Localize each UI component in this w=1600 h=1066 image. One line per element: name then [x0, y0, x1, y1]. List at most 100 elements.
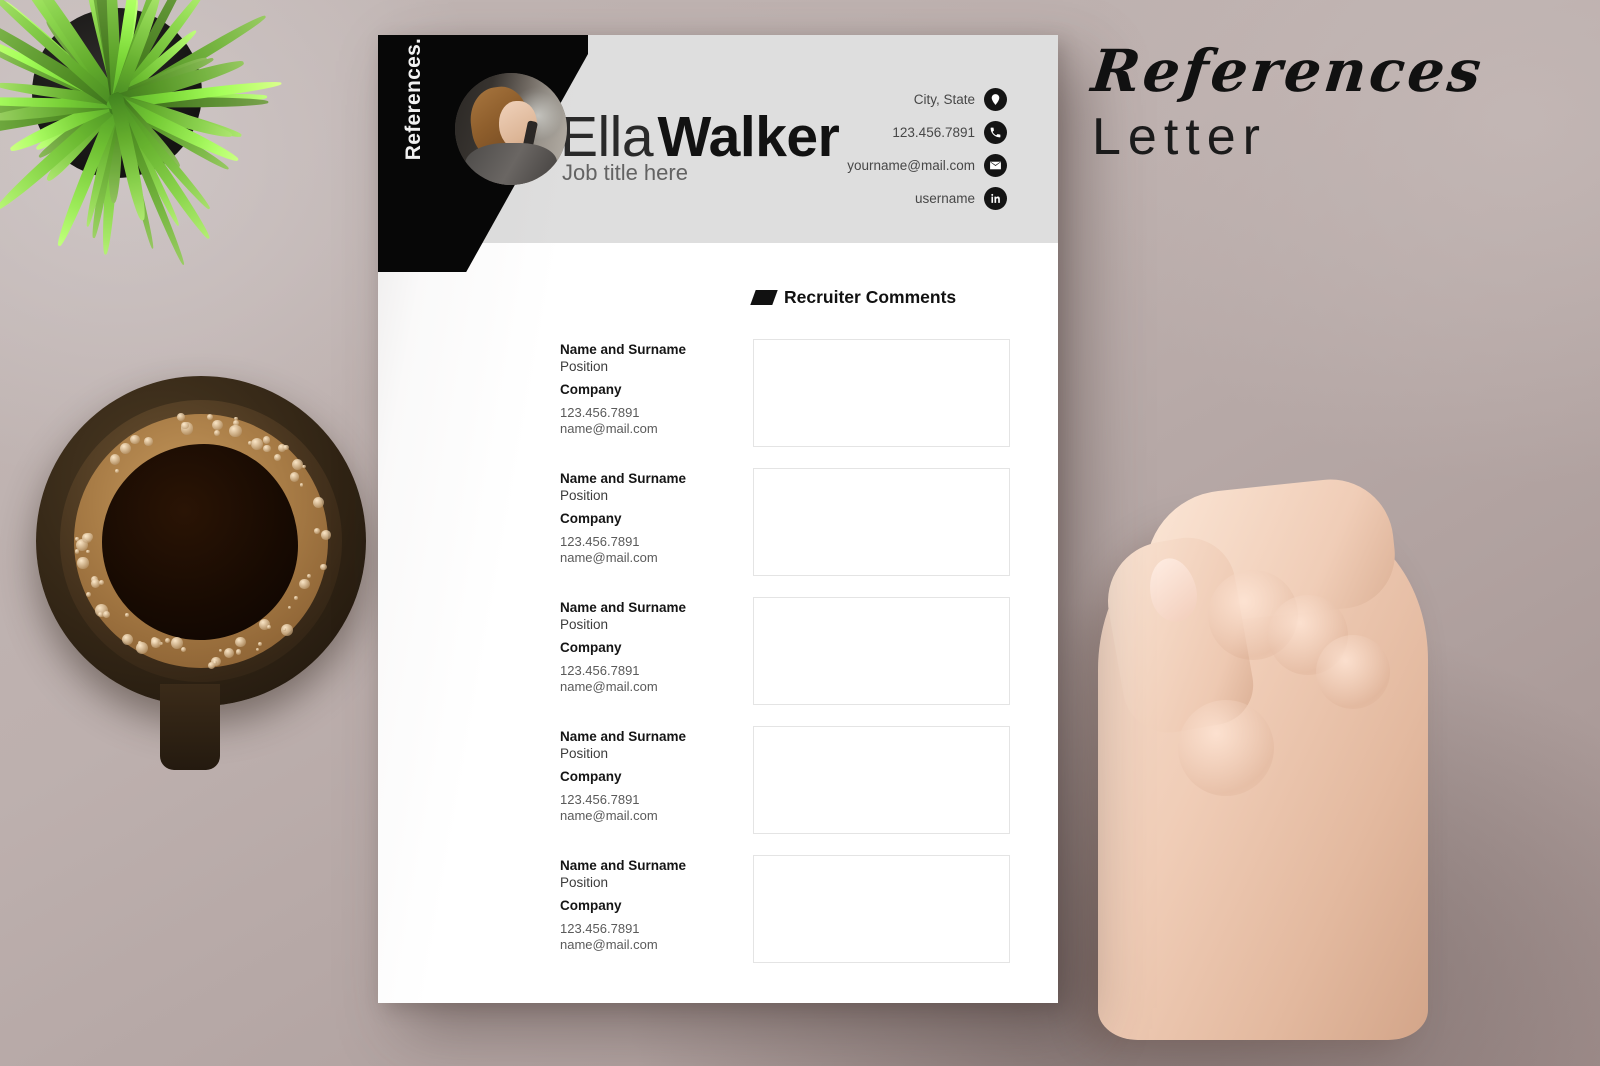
reference-name: Name and Surname	[560, 599, 740, 616]
coffee-bubble	[288, 606, 291, 609]
coffee-bubble	[77, 557, 88, 568]
coffee-bubble	[181, 647, 186, 652]
recruiter-comment-box[interactable]	[753, 468, 1010, 576]
coffee-bubble	[229, 425, 241, 437]
contact-row-phone[interactable]: 123.456.7891	[847, 120, 1016, 145]
coffee-bubble	[171, 637, 183, 649]
envelope-icon	[984, 154, 1007, 177]
reference-position: Position	[560, 616, 740, 633]
knuckle-shading	[1316, 635, 1390, 709]
reference-name: Name and Surname	[560, 857, 740, 874]
coffee-bubble	[263, 436, 270, 443]
coffee-bubble	[236, 649, 242, 655]
potted-plant	[0, 0, 340, 330]
coffee-bubble	[120, 443, 131, 454]
coffee-bubble	[136, 642, 148, 654]
coffee-liquid	[102, 444, 298, 640]
location-pin-icon	[984, 88, 1007, 111]
avatar-body	[465, 143, 557, 185]
reference-phone: 123.456.7891	[560, 792, 740, 808]
reference-position: Position	[560, 745, 740, 762]
cup-handle	[160, 684, 220, 770]
hand-holding-pencil	[1058, 400, 1528, 1066]
recruiter-comment-box[interactable]	[753, 726, 1010, 834]
reference-name: Name and Surname	[560, 341, 740, 358]
coffee-bubble	[208, 662, 215, 669]
coffee-bubble	[177, 413, 185, 421]
contact-value-email: yourname@mail.com	[847, 158, 975, 173]
reference-info: Name and Surname Position Company 123.45…	[560, 857, 740, 953]
reference-info: Name and Surname Position Company 123.45…	[560, 599, 740, 695]
coffee-bubble	[263, 445, 270, 452]
coffee-bubble	[86, 592, 91, 597]
reference-company: Company	[560, 639, 740, 656]
vertical-section-tab: References.	[402, 35, 426, 179]
coffee-bubble	[212, 420, 222, 430]
coffee-bubble	[235, 637, 246, 648]
recruiter-comment-box[interactable]	[753, 339, 1010, 447]
reference-phone: 123.456.7891	[560, 663, 740, 679]
section-title: Recruiter Comments	[784, 287, 956, 308]
coffee-bubble	[320, 564, 327, 571]
reference-company: Company	[560, 768, 740, 785]
coffee-bubble	[283, 628, 286, 631]
overlay-title-script: References	[1089, 42, 1435, 100]
coffee-bubble	[307, 574, 311, 578]
coffee-bubble	[144, 437, 153, 446]
slanted-block-icon	[750, 290, 777, 305]
recruiter-comment-box[interactable]	[753, 855, 1010, 963]
resume-page[interactable]: References. Ella Walker Job title here C…	[378, 35, 1058, 1003]
avatar	[455, 73, 567, 185]
coffee-cup	[30, 368, 370, 713]
coffee-bubble	[125, 613, 129, 617]
contact-row-email[interactable]: yourname@mail.com	[847, 153, 1016, 178]
coffee-bubble	[321, 530, 331, 540]
coffee-bubble	[122, 634, 133, 645]
reference-info: Name and Surname Position Company 123.45…	[560, 341, 740, 437]
reference-name: Name and Surname	[560, 470, 740, 487]
contact-value-phone: 123.456.7891	[892, 125, 975, 140]
reference-phone: 123.456.7891	[560, 921, 740, 937]
reference-info: Name and Surname Position Company 123.45…	[560, 728, 740, 824]
coffee-bubble	[256, 648, 259, 651]
coffee-bubble	[294, 596, 298, 600]
coffee-bubble	[130, 435, 140, 445]
coffee-bubble	[86, 550, 90, 554]
linkedin-icon	[984, 187, 1007, 210]
reference-email: name@mail.com	[560, 937, 740, 953]
reference-info: Name and Surname Position Company 123.45…	[560, 470, 740, 566]
recruiter-comment-box[interactable]	[753, 597, 1010, 705]
reference-company: Company	[560, 510, 740, 527]
coffee-bubble	[283, 445, 288, 450]
reference-position: Position	[560, 358, 740, 375]
coffee-bubble	[165, 638, 170, 643]
phone-icon	[984, 121, 1007, 144]
contact-value-linkedin: username	[915, 191, 975, 206]
contact-list: City, State 123.456.7891 yourname@mail.c…	[847, 87, 1016, 219]
coffee-bubble	[300, 483, 303, 486]
coffee-bubble	[181, 422, 189, 430]
reference-email: name@mail.com	[560, 808, 740, 824]
coffee-bubble	[110, 454, 120, 464]
coffee-bubble	[75, 537, 78, 540]
reference-email: name@mail.com	[560, 421, 740, 437]
contact-row-location[interactable]: City, State	[847, 87, 1016, 112]
reference-position: Position	[560, 874, 740, 891]
section-heading: Recruiter Comments	[753, 287, 956, 308]
reference-position: Position	[560, 487, 740, 504]
coffee-bubble	[82, 533, 92, 543]
reference-company: Company	[560, 381, 740, 398]
coffee-bubble	[290, 472, 299, 481]
reference-name: Name and Surname	[560, 728, 740, 745]
reference-phone: 123.456.7891	[560, 405, 740, 421]
overlay-title-plain: Letter	[1092, 108, 1432, 168]
contact-value-location: City, State	[914, 92, 975, 107]
coffee-bubble	[219, 649, 222, 652]
reference-phone: 123.456.7891	[560, 534, 740, 550]
coffee-bubble	[251, 438, 263, 450]
overlay-title: References Letter	[1092, 42, 1432, 168]
coffee-bubble	[313, 497, 324, 508]
knuckle-shading	[1178, 700, 1274, 796]
reference-email: name@mail.com	[560, 679, 740, 695]
contact-row-linkedin[interactable]: username	[847, 186, 1016, 211]
